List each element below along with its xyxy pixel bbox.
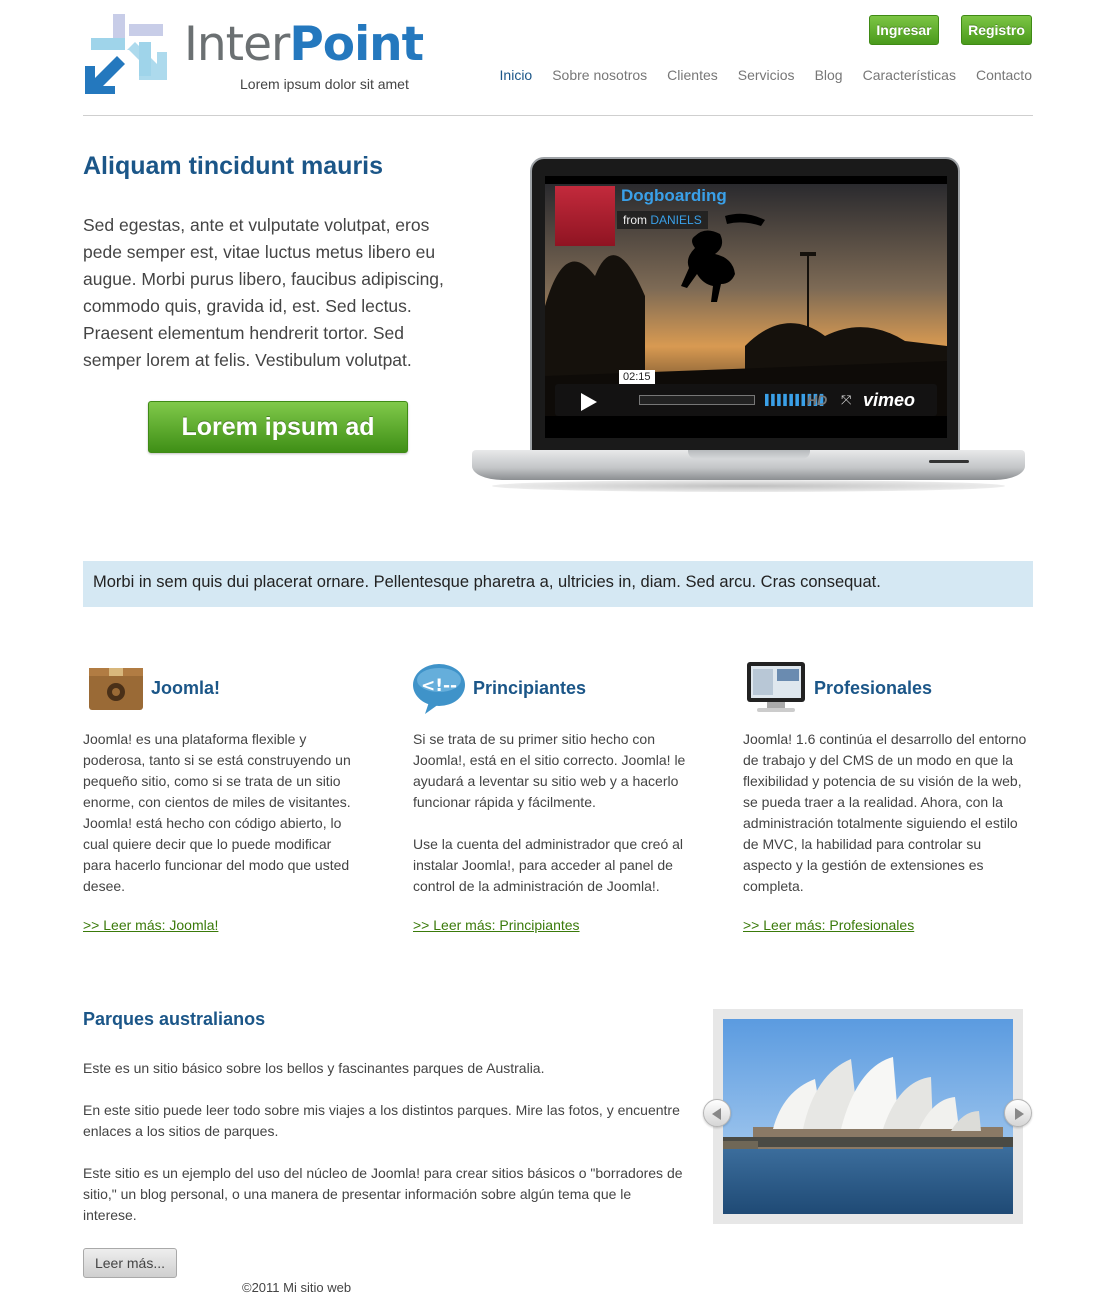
read-more-link[interactable]: >> Leer más: Joomla! bbox=[83, 917, 218, 933]
column-title: Joomla! bbox=[151, 678, 221, 698]
parks-body: Este es un sitio básico sobre los bellos… bbox=[83, 1058, 683, 1247]
nav-item-caracteristicas[interactable]: Características bbox=[863, 67, 956, 87]
laptop-lid: Dogboarding from DANIELS 02:15 ▌▌▌▌▌▌▌▌▌… bbox=[530, 157, 960, 452]
video-byline: from DANIELS bbox=[617, 211, 708, 229]
slider-next-button[interactable] bbox=[1004, 1099, 1032, 1127]
svg-text:<!--: <!-- bbox=[421, 676, 457, 696]
laptop-shadow bbox=[492, 480, 1005, 492]
logo-text-light: Inter bbox=[184, 17, 290, 72]
logo-arrows-icon bbox=[85, 14, 167, 94]
hero-title: Aliquam tincidunt mauris bbox=[83, 152, 384, 180]
column-body: Joomla! es una plataforma flexible y pod… bbox=[83, 729, 363, 918]
header-divider bbox=[83, 115, 1033, 116]
login-button[interactable]: Ingresar bbox=[869, 15, 939, 45]
laptop-video-mockup: Dogboarding from DANIELS 02:15 ▌▌▌▌▌▌▌▌▌… bbox=[472, 155, 1025, 495]
nav-item-blog[interactable]: Blog bbox=[815, 67, 843, 87]
column-body: Si se trata de su primer sitio hecho con… bbox=[413, 729, 698, 918]
main-nav: Inicio Sobre nosotros Clientes Servicios… bbox=[480, 67, 1032, 87]
column-paragraph: Joomla! es una plataforma flexible y pod… bbox=[83, 731, 351, 894]
parks-paragraph: En este sitio puede leer todo sobre mis … bbox=[83, 1102, 680, 1139]
footer-copyright: ©2011 Mi sitio web bbox=[242, 1280, 352, 1295]
vimeo-logo[interactable]: vimeo bbox=[863, 390, 915, 411]
register-button[interactable]: Registro bbox=[961, 15, 1032, 45]
parks-paragraph: Este es un sitio básico sobre los bellos… bbox=[83, 1060, 545, 1076]
logo-text-bold: Point bbox=[289, 17, 424, 72]
chevron-right-icon bbox=[1015, 1108, 1024, 1120]
video-progress-bar[interactable] bbox=[639, 395, 755, 405]
opera-house-photo bbox=[723, 1019, 1013, 1214]
parks-title: Parques australianos bbox=[83, 1009, 266, 1029]
column-title: Profesionales bbox=[814, 678, 933, 698]
laptop-notch bbox=[688, 450, 810, 459]
video-player[interactable]: Dogboarding from DANIELS 02:15 ▌▌▌▌▌▌▌▌▌… bbox=[545, 176, 947, 438]
column-paragraph: Si se trata de su primer sitio hecho con… bbox=[413, 731, 686, 810]
nav-item-clientes[interactable]: Clientes bbox=[667, 67, 718, 87]
nav-item-servicios[interactable]: Servicios bbox=[738, 67, 795, 87]
image-slider bbox=[713, 1009, 1023, 1224]
logo-tagline: Lorem ipsum dolor sit amet bbox=[240, 76, 409, 92]
package-gear-icon bbox=[89, 668, 143, 710]
read-more-link[interactable]: >> Leer más: Principiantes bbox=[413, 917, 580, 933]
column-paragraph: Joomla! 1.6 continúa el desarrollo del e… bbox=[743, 731, 1027, 894]
laptop-slot bbox=[929, 460, 969, 463]
read-more-link[interactable]: >> Leer más: Profesionales bbox=[743, 917, 914, 933]
nav-item-inicio[interactable]: Inicio bbox=[500, 67, 533, 87]
nav-item-sobre-nosotros[interactable]: Sobre nosotros bbox=[552, 67, 647, 87]
slider-photo[interactable] bbox=[723, 1019, 1013, 1214]
nav-item-contacto[interactable]: Contacto bbox=[976, 67, 1032, 87]
column-body: Joomla! 1.6 continúa el desarrollo del e… bbox=[743, 729, 1028, 918]
read-more-button[interactable]: Leer más... bbox=[83, 1248, 177, 1278]
logo-wordmark: InterPoint bbox=[184, 17, 424, 72]
hero-cta-button[interactable]: Lorem ipsum ad bbox=[148, 401, 408, 453]
hero-text: Sed egestas, ante et vulputate volutpat,… bbox=[83, 215, 444, 370]
parks-paragraph: Este sitio es un ejemplo del uso del núc… bbox=[83, 1165, 683, 1223]
speech-bubble-code-icon: <!-- bbox=[413, 664, 465, 714]
column-title: Principiantes bbox=[473, 678, 587, 698]
column-paragraph: Use la cuenta del administrador que creó… bbox=[413, 836, 684, 894]
info-banner-text: Morbi in sem quis dui placerat ornare. P… bbox=[93, 573, 881, 591]
info-banner: Morbi in sem quis dui placerat ornare. P… bbox=[83, 561, 1033, 607]
video-author[interactable]: DANIELS bbox=[650, 213, 701, 227]
hd-toggle[interactable]: HD bbox=[807, 392, 827, 408]
video-author-avatar[interactable] bbox=[555, 186, 615, 246]
play-icon[interactable] bbox=[581, 393, 597, 411]
video-title[interactable]: Dogboarding bbox=[621, 186, 727, 206]
video-controls: 02:15 ▌▌▌▌▌▌▌▌▌▌ HD ⤧ vimeo bbox=[555, 370, 937, 416]
monitor-icon bbox=[747, 662, 805, 712]
video-from-label: from bbox=[623, 213, 647, 227]
video-time: 02:15 bbox=[619, 370, 655, 384]
fullscreen-icon[interactable]: ⤧ bbox=[841, 392, 851, 408]
site-logo[interactable]: InterPoint Lorem ipsum dolor sit amet bbox=[83, 14, 424, 98]
chevron-left-icon bbox=[712, 1108, 721, 1120]
slider-prev-button[interactable] bbox=[703, 1099, 731, 1127]
